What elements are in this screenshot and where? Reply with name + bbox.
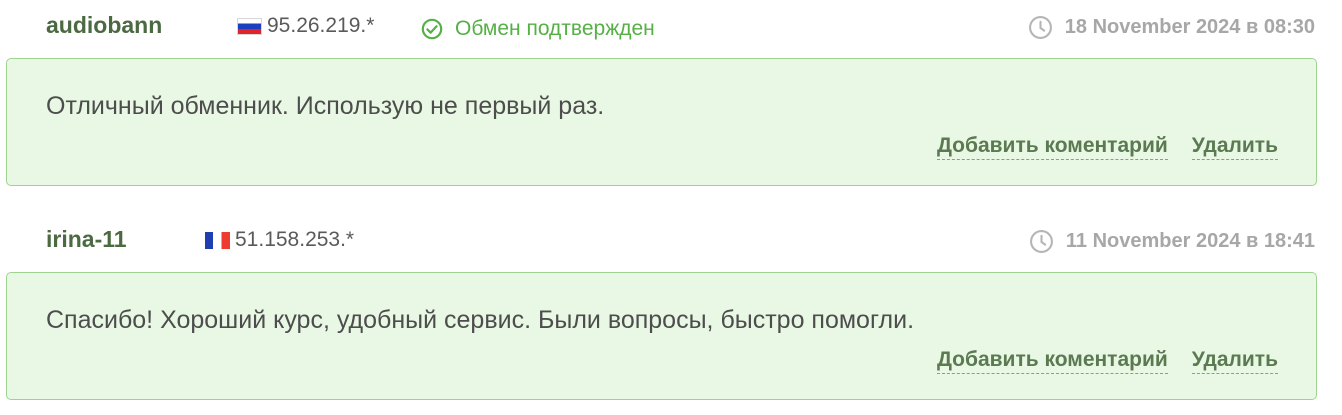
add-comment-link[interactable]: Добавить коментарий bbox=[936, 348, 1168, 374]
review-header: irina-11 51.158.253.* 11 November 2024 в… bbox=[0, 214, 1342, 270]
delete-link[interactable]: Удалить bbox=[1191, 348, 1278, 374]
add-comment-link[interactable]: Добавить коментарий bbox=[936, 134, 1168, 160]
confirmed-label: Обмен подтвержден bbox=[455, 17, 655, 40]
review-actions: Добавить коментарий Удалить bbox=[936, 348, 1278, 374]
review-date: 18 November 2024 в 08:30 bbox=[1028, 15, 1315, 40]
review-author: irina-11 bbox=[46, 226, 127, 252]
review-ip: 95.26.219.* bbox=[237, 14, 374, 38]
ru-flag-icon bbox=[237, 17, 262, 35]
review-text: Отличный обменник. Использую не первый р… bbox=[46, 92, 605, 120]
review-date: 11 November 2024 в 18:41 bbox=[1029, 229, 1315, 254]
clock-icon bbox=[1028, 16, 1052, 39]
review-text: Спасибо! Хороший курс, удобный сервис. Б… bbox=[46, 306, 915, 334]
review-author: audiobann bbox=[46, 12, 163, 38]
review-header: audiobann 95.26.219.* Обмен подтвержден … bbox=[0, 0, 1342, 56]
ip-address: 95.26.219.* bbox=[267, 14, 375, 37]
date-text: 11 November 2024 в 18:41 bbox=[1065, 230, 1315, 252]
exchange-confirmed-badge: Обмен подтвержден bbox=[421, 17, 655, 41]
review-body: Спасибо! Хороший курс, удобный сервис. Б… bbox=[6, 272, 1317, 400]
review-item: irina-11 51.158.253.* 11 November 2024 в… bbox=[0, 214, 1342, 400]
review-ip: 51.158.253.* bbox=[205, 228, 354, 252]
ip-address: 51.158.253.* bbox=[235, 228, 355, 251]
fr-flag-icon bbox=[205, 231, 230, 249]
date-text: 18 November 2024 в 08:30 bbox=[1064, 16, 1315, 38]
delete-link[interactable]: Удалить bbox=[1191, 134, 1278, 160]
review-body: Отличный обменник. Использую не первый р… bbox=[6, 58, 1317, 186]
check-circle-icon bbox=[421, 18, 443, 40]
review-actions: Добавить коментарий Удалить bbox=[936, 134, 1278, 160]
review-item: audiobann 95.26.219.* Обмен подтвержден … bbox=[0, 0, 1342, 186]
clock-icon bbox=[1029, 230, 1053, 253]
